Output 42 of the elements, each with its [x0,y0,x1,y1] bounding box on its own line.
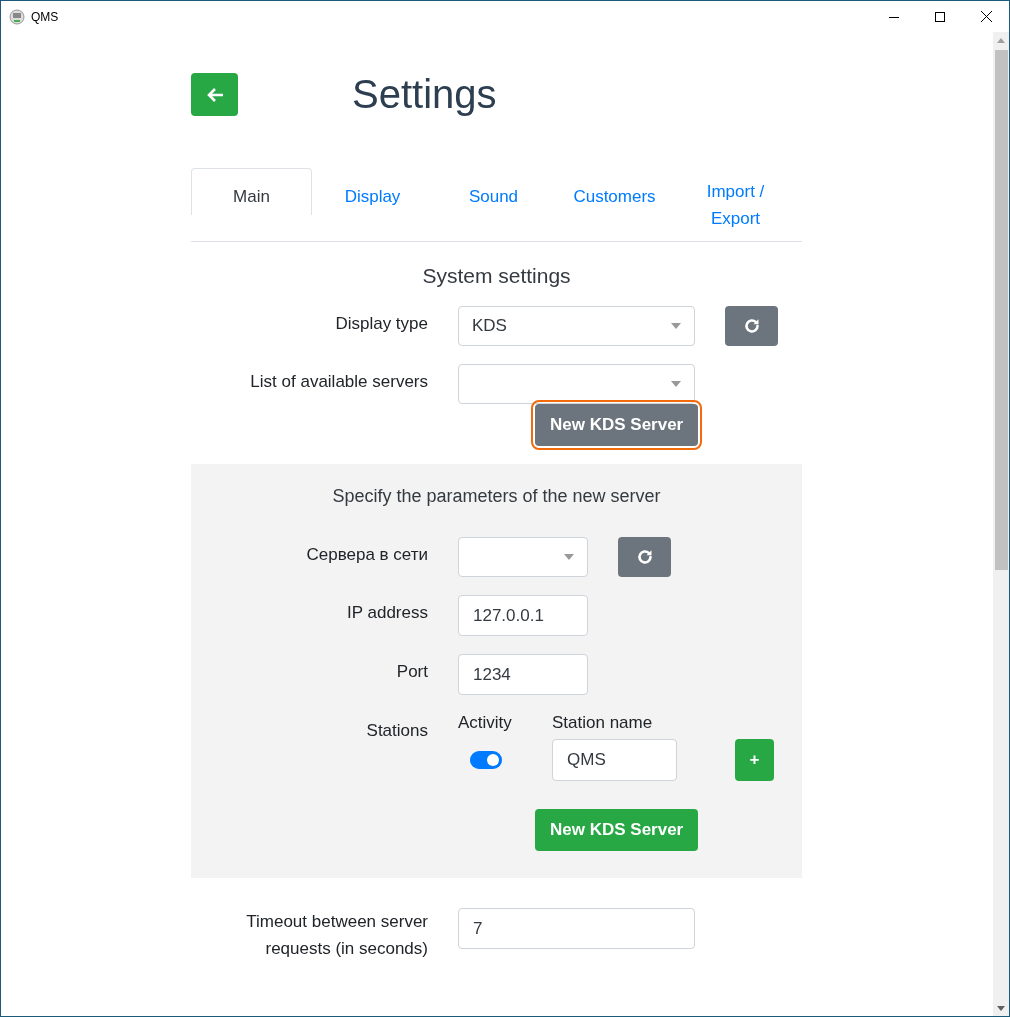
input-field[interactable]: 1234 [458,654,588,695]
tab[interactable]: Display [312,168,433,214]
close-icon [980,11,992,22]
scroll-down-icon[interactable] [997,1005,1005,1011]
add-button[interactable]: + [735,739,774,781]
caret-icon [564,554,574,560]
input-field[interactable]: 127.0.0.1 [458,595,588,636]
arrow-left-icon [205,86,224,103]
dropdown[interactable] [458,364,695,404]
tab[interactable]: Sound [433,168,554,214]
tab[interactable]: Customers [554,168,675,214]
tab[interactable]: Import / Export [675,168,796,232]
panel-heading: Specify the parameters of the new server [331,486,662,507]
input-field[interactable]: QMS [552,739,677,781]
field-label: Stations [365,720,428,742]
tab[interactable]: Main [191,168,312,215]
maximize-icon [935,11,945,22]
new-server-button[interactable]: New KDS Server [535,809,699,851]
caret-icon [671,381,681,387]
field-label: List of available servers [249,371,428,393]
field-label: Timeout between server requests (in seconds) [245,911,428,960]
section-heading: System settings [421,264,572,288]
column-header: Activity [458,713,513,733]
field-label: IP address [346,602,428,624]
refresh-icon [635,548,654,566]
window-title: QMS [31,9,60,24]
dropdown[interactable]: KDS [458,306,695,346]
refresh-button[interactable] [618,537,671,577]
toggle-switch[interactable] [470,751,502,769]
caret-icon [671,323,681,329]
field-label: Сервера в сети [305,544,428,566]
scrollbar[interactable] [993,32,1009,1016]
column-header: Station name [552,713,654,733]
scroll-up-icon[interactable] [997,37,1005,43]
refresh-button[interactable] [725,306,778,346]
page-title: Settings [352,72,497,117]
refresh-icon [742,317,761,335]
field-label: Port [395,661,428,683]
app-icon [9,8,25,25]
field-label: Display type [334,313,428,335]
back-button[interactable] [191,73,238,116]
input-field[interactable]: 7 [458,908,695,949]
